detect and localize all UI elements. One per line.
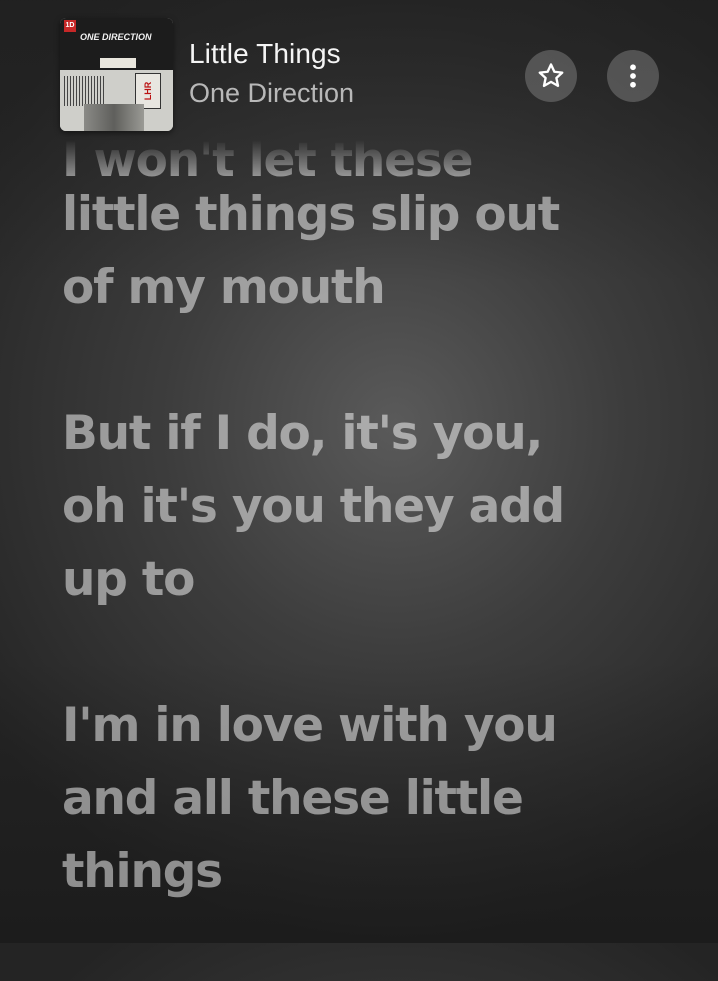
lyric-block[interactable]: But if I do, it's you, oh it's you they … <box>62 397 682 616</box>
now-playing-header: 1D ONE DIRECTION LHR Little Things One D… <box>0 0 718 140</box>
lyric-line[interactable]: oh it's you they add <box>62 470 682 543</box>
lyric-line[interactable]: up to <box>62 543 682 616</box>
song-title: Little Things <box>189 38 341 69</box>
lyric-line-partial-text: I won't let these <box>62 140 474 178</box>
lyric-line[interactable]: and all these little <box>62 762 682 835</box>
more-vertical-icon <box>630 64 636 88</box>
album-art-ticket <box>100 58 136 68</box>
album-logo: 1D <box>64 20 76 32</box>
album-artwork[interactable]: 1D ONE DIRECTION LHR <box>60 18 173 131</box>
lyrics-view[interactable]: I won't let these little things slip out… <box>62 140 682 981</box>
song-artist[interactable]: One Direction <box>189 78 354 109</box>
lyric-line[interactable]: of my mouth <box>62 251 682 324</box>
favorite-button[interactable] <box>525 50 577 102</box>
star-icon <box>538 63 564 88</box>
album-art-photo <box>84 104 144 131</box>
album-art-title: ONE DIRECTION <box>80 32 152 42</box>
more-options-button[interactable] <box>607 50 659 102</box>
lyric-line[interactable]: little things slip out <box>62 178 682 251</box>
lyric-block[interactable]: I'm in love with you and all these littl… <box>62 689 682 908</box>
lyric-line-partial[interactable]: I won't let these <box>62 140 682 178</box>
lyric-line[interactable]: I'm in love with you <box>62 689 682 762</box>
lyric-line[interactable]: things <box>62 835 682 908</box>
album-art-barcode <box>64 76 104 106</box>
lyric-line[interactable]: But if I do, it's you, <box>62 397 682 470</box>
lyric-block[interactable]: little things slip out of my mouth <box>62 178 682 324</box>
